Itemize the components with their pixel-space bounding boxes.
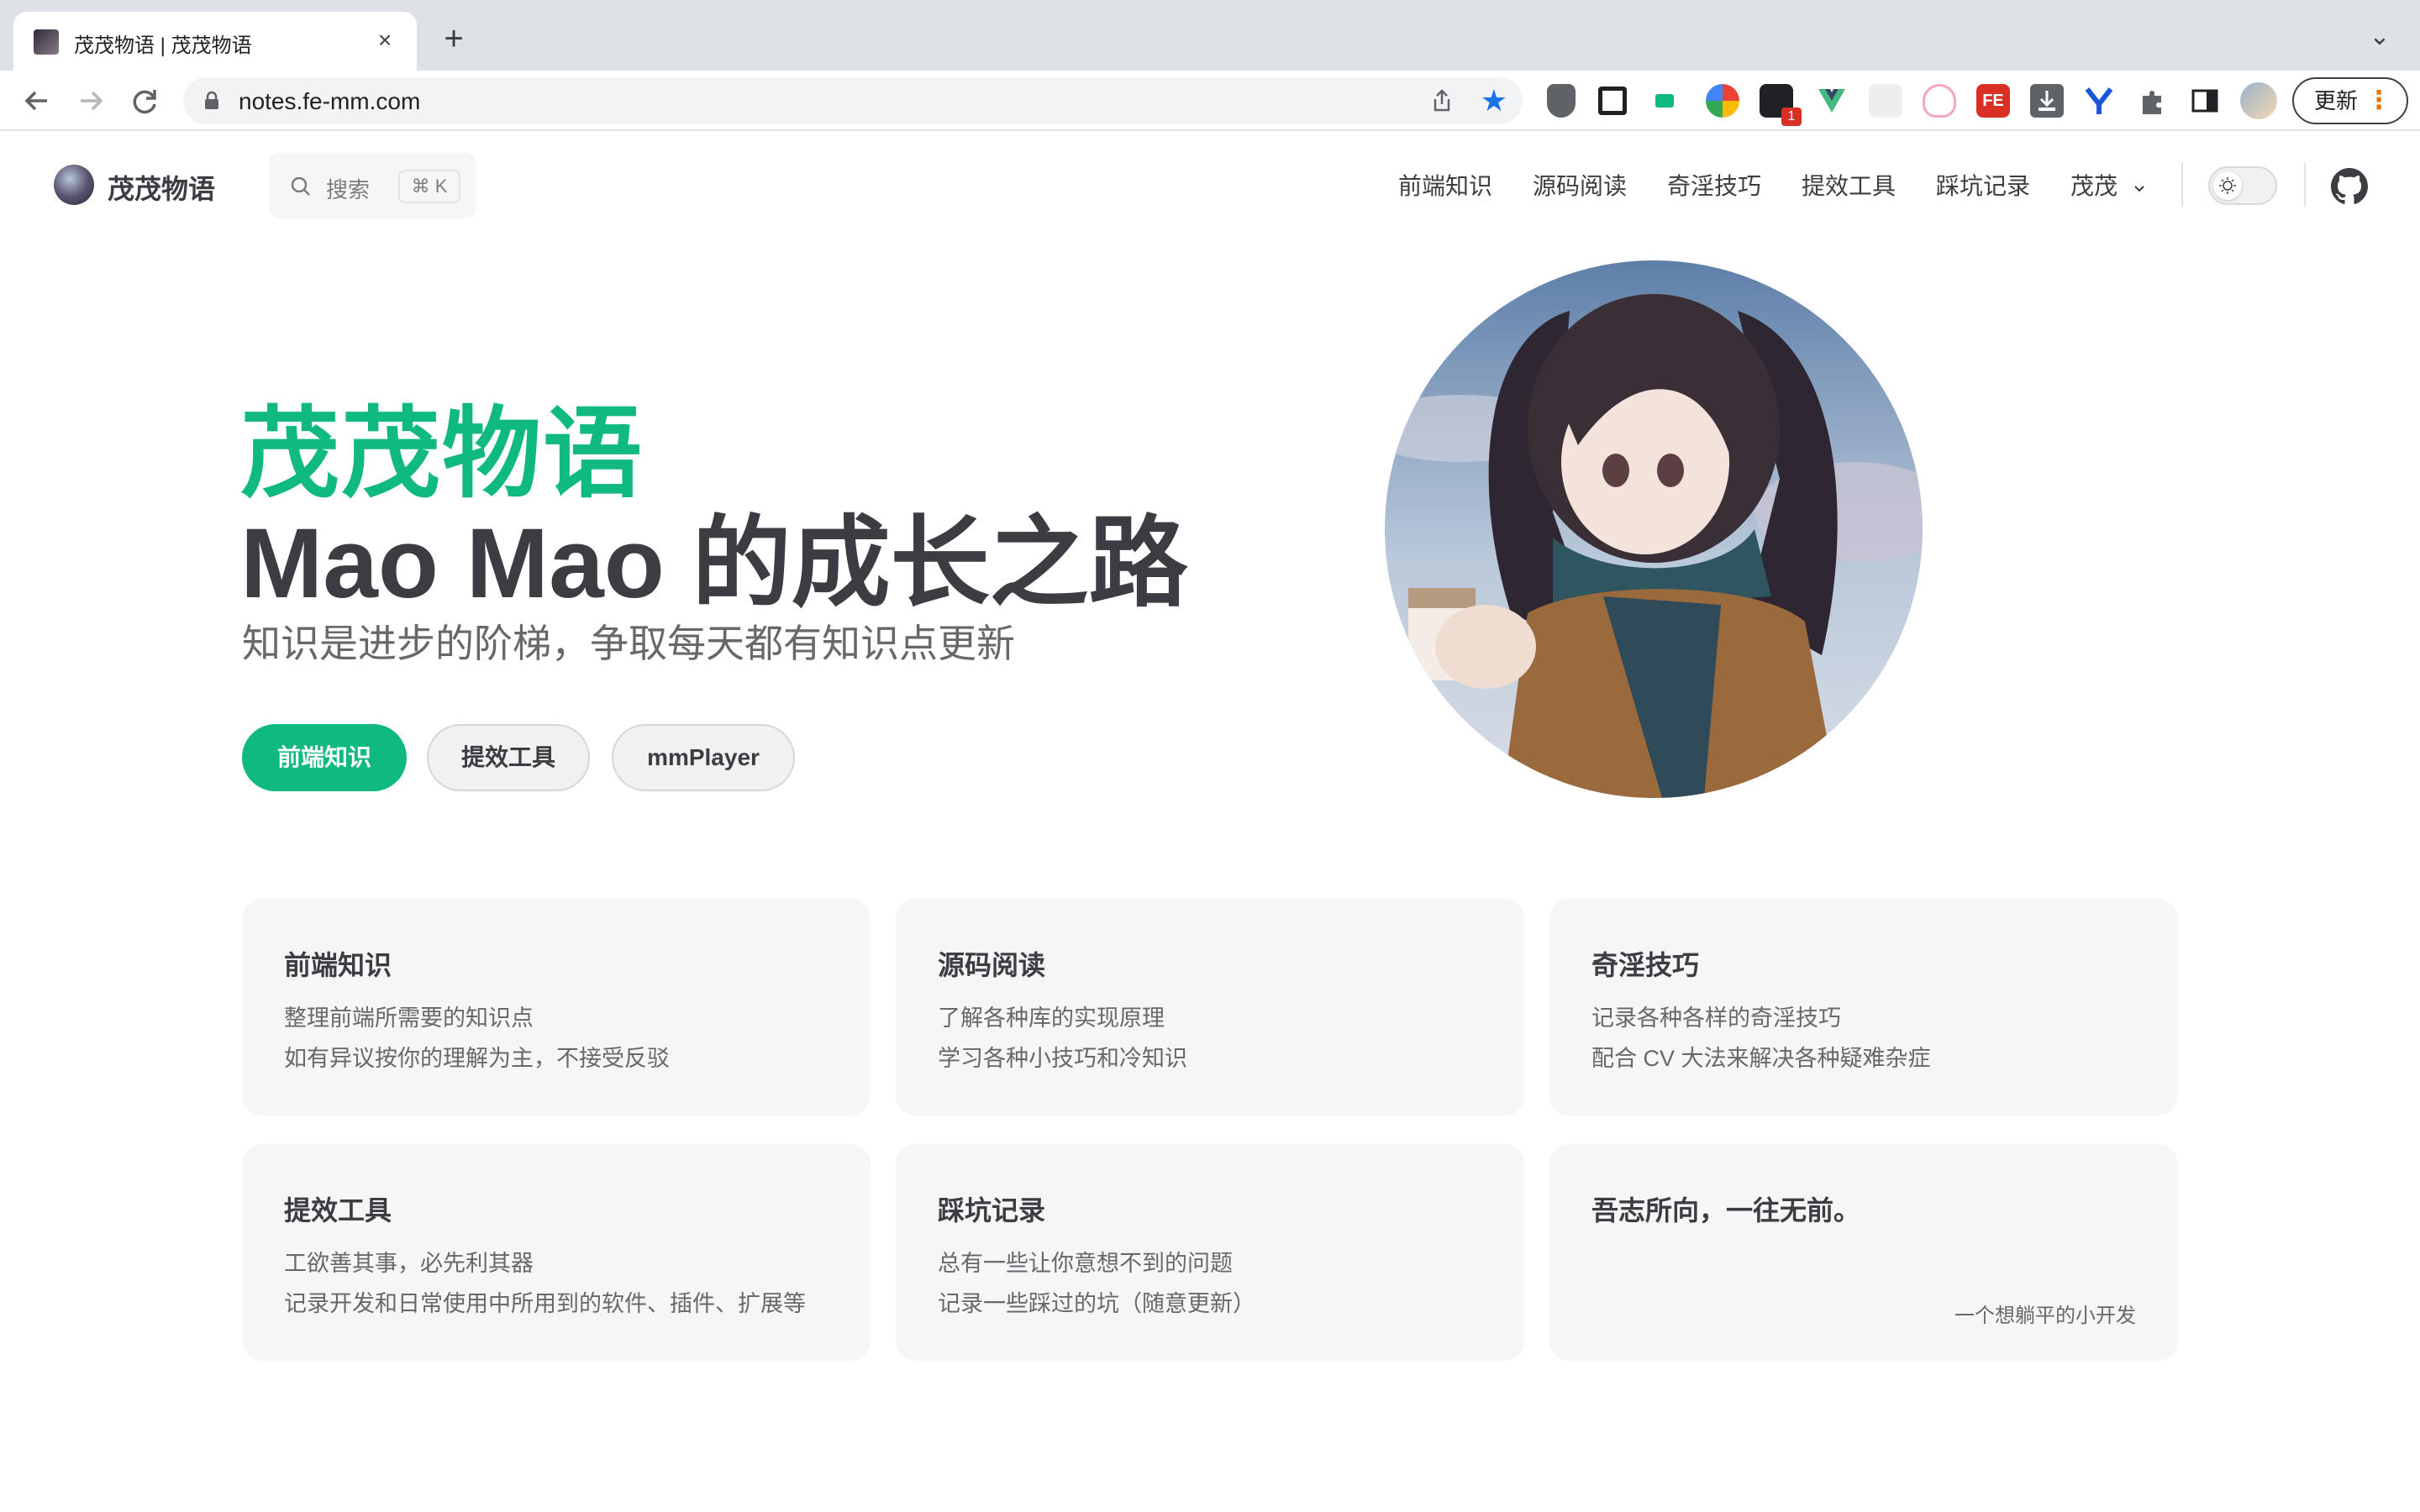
tab-close-icon[interactable]: × [371,27,398,54]
new-tab-button[interactable]: + [435,22,472,59]
feature-detail: 总有一些让你意想不到的问题 [938,1251,1233,1276]
dark-extension-icon[interactable]: 1 [1760,84,1802,126]
hero-action-frontend-button[interactable]: 前端知识 [242,724,407,791]
search-label: 搜索 [326,177,371,202]
feature-title: 奇淫技巧 [1591,950,1700,980]
lock-icon[interactable] [200,89,224,113]
site-favicon-icon [34,29,59,55]
nav-link-tricks[interactable]: 奇淫技巧 [1667,168,1761,202]
forward-arrow-icon[interactable] [71,81,111,121]
feature-card: 奇淫技巧 记录各种各样的奇淫技巧 配合 CV 大法来解决各种疑难杂症 [1549,899,2178,1116]
theme-toggle[interactable] [2208,166,2277,205]
nav-divider [2181,163,2183,207]
bookmark-star-icon[interactable]: ★ [1481,84,1507,118]
sun-icon [2219,177,2236,194]
brand-logo[interactable] [54,165,94,205]
address-bar[interactable]: notes.fe-mm.com ★ [183,77,1523,124]
search-icon [291,176,310,196]
square-extension-icon[interactable] [1598,87,1627,115]
blue-y-extension-icon[interactable] [2082,84,2116,118]
nav-divider [2304,163,2306,207]
feature-detail: 记录各种各样的奇淫技巧 [1591,1005,1841,1031]
browser-tab-bar: 茂茂物语 | 茂茂物语 × + ⌄ [0,0,2420,71]
extension-badge: 1 [1781,108,1802,126]
feature-title: 吾志所向，一往无前。 [1591,1195,1861,1226]
hero-text: Mao Mao 的成长之路 [240,508,1188,619]
side-panel-icon[interactable] [2188,84,2222,118]
tab-search-chevron-icon[interactable]: ⌄ [2363,22,2396,55]
feature-card: 踩坑记录 总有一些让你意想不到的问题 记录一些踩过的坑（随意更新） [896,1144,1524,1361]
nav-link-maomao[interactable]: 茂茂 [2070,168,2148,202]
tab-title: 茂茂物语 | 茂茂物语 [74,34,252,57]
feature-card: 源码阅读 了解各种库的实现原理 学习各种小技巧和冷知识 [896,899,1524,1116]
hero-action-mmplayer-button[interactable]: mmPlayer [612,724,795,791]
colorful-ball-extension-icon[interactable] [1706,84,1739,118]
update-label: 更新 [2314,88,2359,113]
feature-detail: 记录开发和日常使用中所用到的软件、插件、扩展等 [284,1291,806,1316]
fe-extension-icon[interactable]: FE [1976,84,2010,118]
hero-action-tools-button[interactable]: 提效工具 [427,724,590,791]
feature-detail: 配合 CV 大法来解决各种疑难杂症 [1591,1046,1931,1071]
hero-anime-girl-image [1385,260,1923,798]
ublock-shield-icon[interactable] [1547,84,1576,118]
url-text[interactable]: notes.fe-mm.com [239,88,420,115]
feature-detail: 整理前端所需要的知识点 [284,1005,534,1031]
nav-link-pitfalls[interactable]: 踩坑记录 [1936,168,2030,202]
download-extension-icon[interactable] [2030,84,2064,118]
update-button[interactable]: 更新 ⋮ [2292,77,2408,124]
feature-detail: 如有异议按你的理解为主，不接受反驳 [284,1046,670,1071]
nav-link-maomao-label: 茂茂 [2070,173,2118,199]
feature-card: 提效工具 工欲善其事，必先利其器 记录开发和日常使用中所用到的软件、插件、扩展等 [242,1144,871,1361]
nav-link-frontend[interactable]: 前端知识 [1398,168,1492,202]
hero-tagline: 知识是进步的阶梯，争取每天都有知识点更新 [242,622,1015,665]
feature-detail: 了解各种库的实现原理 [938,1005,1165,1031]
nav-link-source[interactable]: 源码阅读 [1533,168,1627,202]
search-shortcut: ⌘ K [398,170,460,203]
feature-title: 踩坑记录 [938,1195,1046,1226]
back-arrow-icon[interactable] [17,81,57,121]
github-icon[interactable] [2331,168,2368,205]
feature-detail: 学习各种小技巧和冷知识 [938,1046,1187,1071]
grey-pattern-extension-icon[interactable] [1869,84,1902,118]
vue-devtools-icon[interactable] [1815,84,1849,118]
feature-title: 源码阅读 [938,950,1046,980]
browser-tab-active[interactable]: 茂茂物语 | 茂茂物语 × [13,12,417,71]
feature-detail: 工欲善其事，必先利其器 [284,1251,534,1276]
extensions-puzzle-icon[interactable] [2136,84,2170,118]
search-button[interactable]: 搜索 ⌘ K [269,153,476,218]
site-navbar: 茂茂物语 搜索 ⌘ K 前端知识 源码阅读 奇淫技巧 提效工具 踩坑记录 茂茂 [0,133,2420,237]
nav-link-tools[interactable]: 提效工具 [1802,168,1896,202]
more-menu-icon[interactable]: ⋮ [2366,79,2391,123]
reload-icon[interactable] [124,81,165,121]
theme-toggle-knob [2213,171,2242,200]
feature-signature: 一个想躺平的小开发 [1954,1305,2136,1327]
feature-title: 提效工具 [284,1195,392,1226]
profile-avatar[interactable] [2240,82,2277,119]
share-icon[interactable] [1428,87,1455,114]
brand-name[interactable]: 茂茂物语 [108,168,215,207]
feature-title: 前端知识 [284,950,392,980]
feature-detail: 记录一些踩过的坑（随意更新） [938,1291,1255,1316]
cat-extension-icon[interactable] [1923,84,1956,118]
feature-card: 吾志所向，一往无前。 一个想躺平的小开发 [1549,1144,2178,1361]
green-tag-extension-icon[interactable] [1655,94,1674,108]
feature-card: 前端知识 整理前端所需要的知识点 如有异议按你的理解为主，不接受反驳 [242,899,871,1116]
chevron-down-icon [2134,185,2144,192]
